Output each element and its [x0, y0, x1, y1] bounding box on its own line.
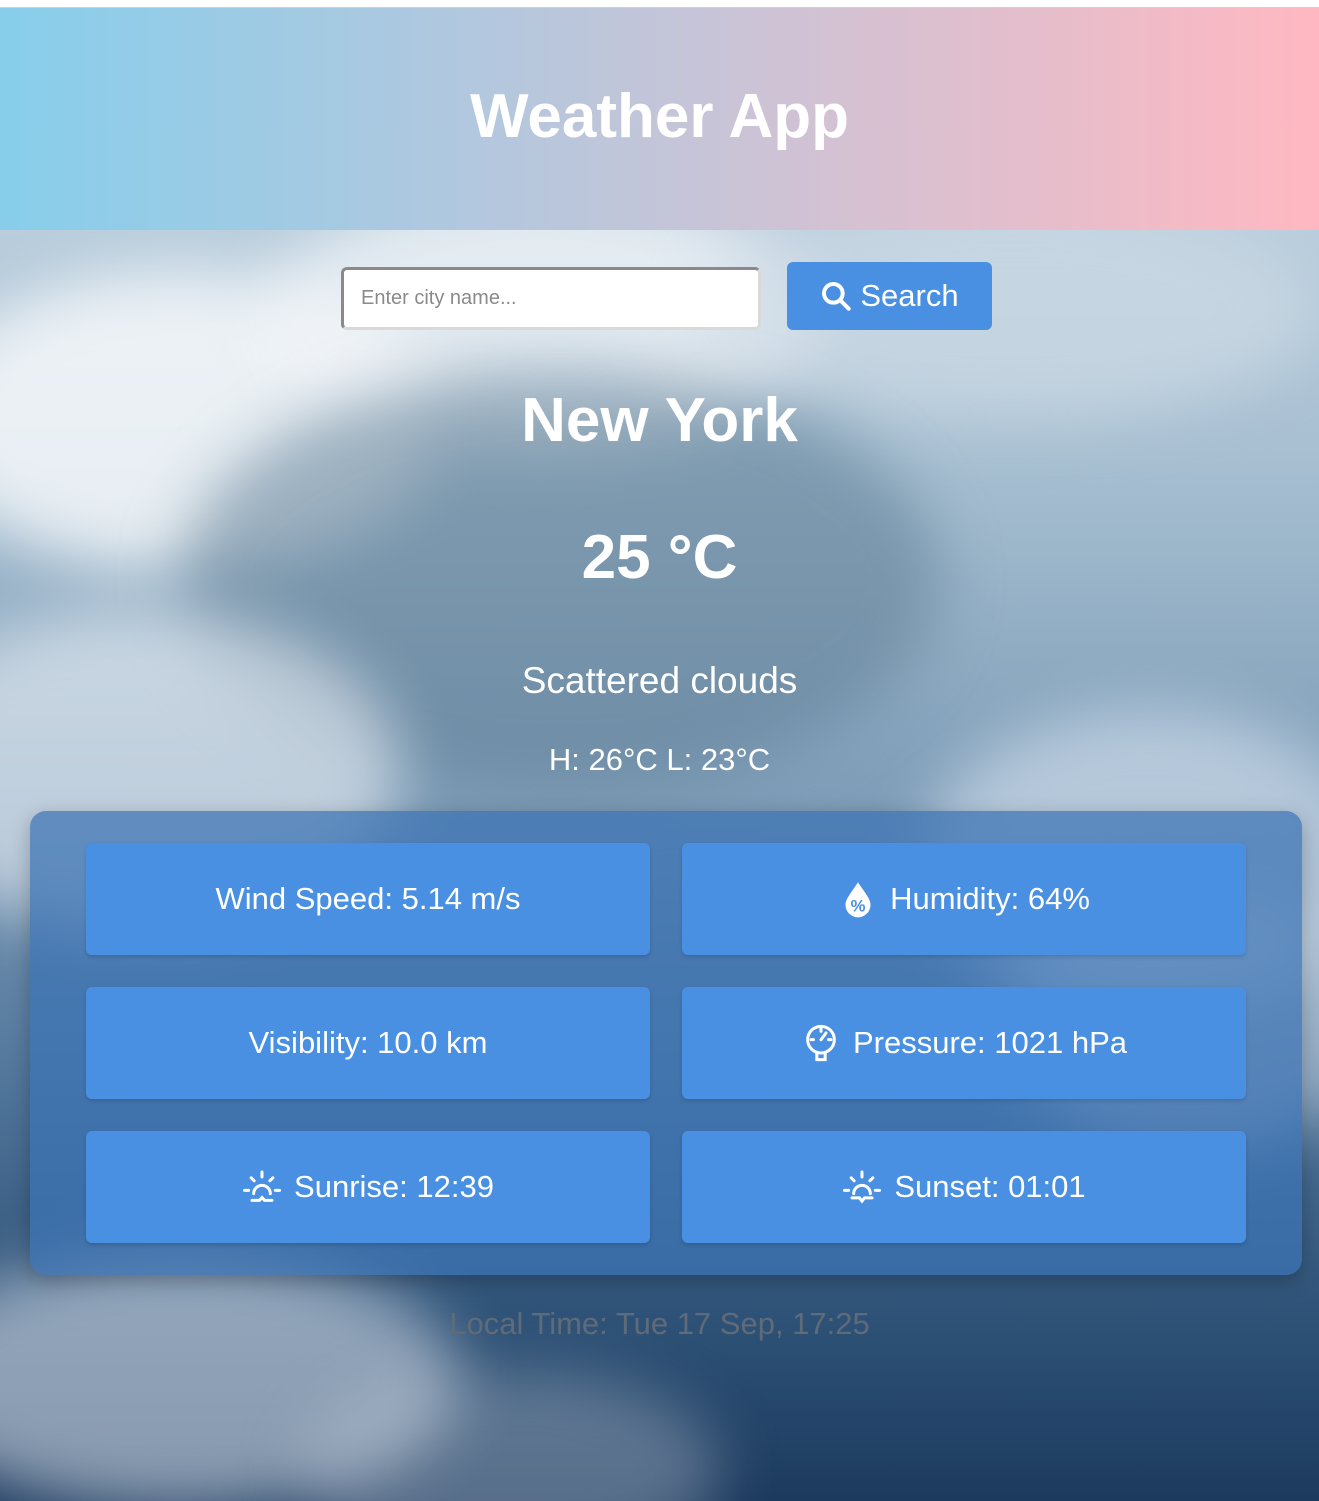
search-bar: Search	[0, 262, 1319, 330]
visibility-text: Visibility: 10.0 km	[248, 1025, 488, 1060]
sunrise-card: Sunrise: 12:39	[86, 1131, 650, 1243]
humidity-icon: %	[845, 882, 871, 918]
current-temperature: 25 °C	[581, 523, 738, 592]
app-title: Weather App	[470, 81, 849, 151]
pressure-text: Pressure: 1021 hPa	[852, 1025, 1127, 1060]
humidity-card: % Humidity: 64%	[682, 843, 1246, 955]
app-header: Weather App	[0, 8, 1319, 230]
city-search-input[interactable]	[341, 267, 761, 330]
high-low-temperature: H: 26°C L: 23°C	[548, 742, 771, 777]
sunset-text: Sunset: 01:01	[894, 1169, 1086, 1204]
weather-details-panel: Wind Speed: 5.14 m/s % Humidity: 64% Vis…	[30, 811, 1302, 1275]
sunrise-icon	[243, 1170, 282, 1202]
pressure-card: Pressure: 1021 hPa	[682, 987, 1246, 1099]
pressure-gauge-icon	[806, 1024, 836, 1062]
local-time: Local Time: Tue 17 Sep, 17:25	[449, 1306, 870, 1341]
wind-speed-card: Wind Speed: 5.14 m/s	[86, 843, 650, 955]
city-name: New York	[521, 386, 798, 455]
weather-description: Scattered clouds	[521, 660, 798, 701]
humidity-text: Humidity: 64%	[890, 881, 1090, 916]
search-button-label: Search	[860, 278, 959, 313]
wind-speed-text: Wind Speed: 5.14 m/s	[215, 881, 521, 916]
search-icon	[822, 282, 852, 311]
browser-top-edge	[0, 0, 1319, 8]
visibility-card: Visibility: 10.0 km	[86, 987, 650, 1099]
search-button[interactable]: Search	[787, 262, 992, 330]
sunrise-text: Sunrise: 12:39	[294, 1169, 494, 1204]
sunset-card: Sunset: 01:01	[682, 1131, 1246, 1243]
svg-text:%: %	[851, 897, 866, 916]
sunset-icon	[843, 1170, 882, 1204]
